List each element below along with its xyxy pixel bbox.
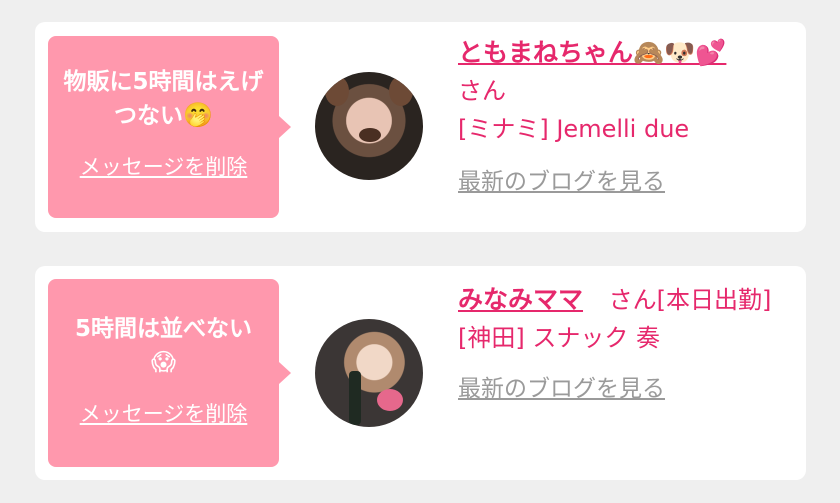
hand-over-mouth-emoji-icon: 🤭 (183, 101, 213, 129)
dog-ear-icon (389, 76, 413, 106)
avatar[interactable] (315, 72, 423, 180)
avatar[interactable] (315, 319, 423, 427)
delete-message-link[interactable]: メッセージを削除 (80, 151, 248, 181)
message-bubble: 5時間は並べない 😱 メッセージを削除 (48, 279, 291, 467)
honorific: さん (458, 77, 506, 105)
flower-shape (377, 389, 403, 411)
dog-ear-icon (325, 76, 349, 106)
scream-emoji-icon: 😱 (150, 348, 177, 376)
dog-nose-icon (359, 128, 381, 142)
message-bubble: 物販に5時間はえげつない🤭 メッセージを削除 (48, 36, 291, 218)
message-text: 物販に5時間はえげつない🤭 (63, 69, 264, 129)
latest-blog-link[interactable]: 最新のブログを見る (458, 369, 665, 403)
user-info: みなみママ さん[本日出勤] [神田] スナック 奏 最新のブログを見る (458, 281, 790, 403)
shop-name: [ミナミ] Jemelli due (458, 115, 690, 143)
shop-name: [神田] スナック 奏 (458, 324, 660, 352)
honorific: さん[本日出勤] (608, 286, 772, 314)
message-card: 5時間は並べない 😱 メッセージを削除 みなみママ さん[本日出勤] [神田] ス… (35, 266, 806, 480)
latest-blog-link[interactable]: 最新のブログを見る (458, 162, 665, 196)
user-name-link[interactable]: ともまねちゃん🙈🐶💕 (458, 38, 726, 67)
bottle-shape (349, 371, 361, 425)
delete-message-link[interactable]: メッセージを削除 (80, 398, 248, 428)
user-info: ともまねちゃん🙈🐶💕 さん [ミナミ] Jemelli due 最新のブログを見… (458, 34, 790, 196)
message-card: 物販に5時間はえげつない🤭 メッセージを削除 ともまねちゃん🙈🐶💕 さん [ミナ… (35, 22, 806, 232)
user-name-link[interactable]: みなみママ (458, 285, 583, 314)
message-text: 5時間は並べない 😱 (74, 316, 252, 376)
